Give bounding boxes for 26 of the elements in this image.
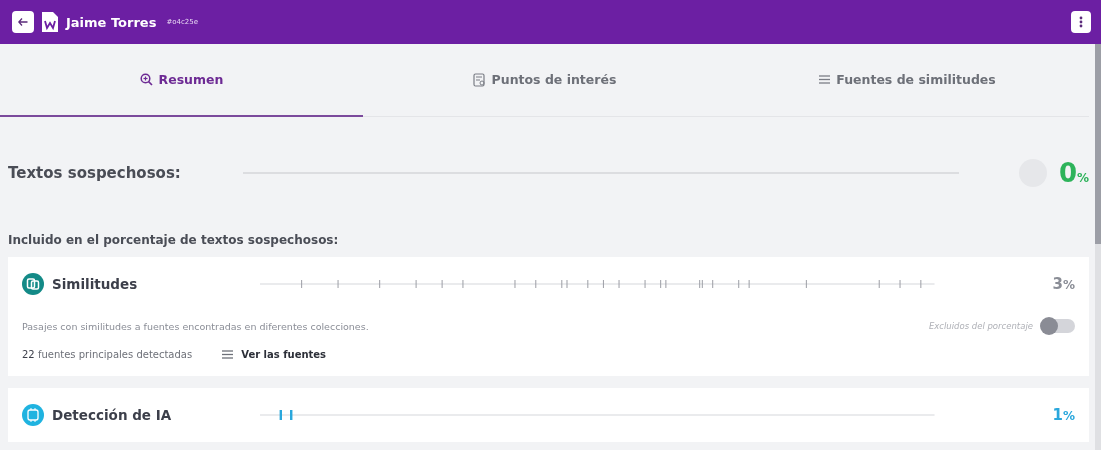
section-heading: Incluido en el porcentaje de textos sospechosos: [7, 232, 340, 249]
card-percentage: 3% [1052, 275, 1075, 293]
card-title: Similitudes [52, 276, 139, 292]
document-icon [472, 72, 486, 87]
more-menu-button[interactable] [1071, 11, 1091, 33]
suspicious-texts-label: Textos sospechosos: [8, 164, 181, 182]
card-title: Detección de IA [52, 407, 172, 423]
back-button[interactable] [12, 11, 34, 33]
card-percentage: 1% [1052, 406, 1075, 424]
scrollbar-thumb[interactable] [1095, 44, 1101, 244]
tab[interactable]: Fuentes de similitudes [726, 44, 1089, 117]
view-sources-link[interactable]: Ver las fuentes [222, 349, 327, 360]
word-document-icon [42, 12, 58, 32]
card-description: Pasajes con similitudes a fuentes encontradas en diferentes colecciones. [22, 320, 370, 332]
suspicious-percentage: 0% [1058, 158, 1089, 188]
sources-count: 22 fuentes principales detectadas [22, 349, 193, 360]
back-arrow-icon [18, 18, 28, 26]
tab[interactable]: Puntos de interés [363, 44, 726, 117]
search-icon [139, 73, 153, 86]
tab[interactable]: Resumen [0, 44, 363, 117]
more-icon [1079, 16, 1083, 28]
exclude-toggle[interactable] [1041, 319, 1075, 333]
toggle-label: Excluidos del porcentaje [928, 321, 1033, 331]
list-icon [222, 350, 234, 359]
document-title: Jaime Torres [66, 14, 157, 30]
list-icon [819, 75, 831, 84]
